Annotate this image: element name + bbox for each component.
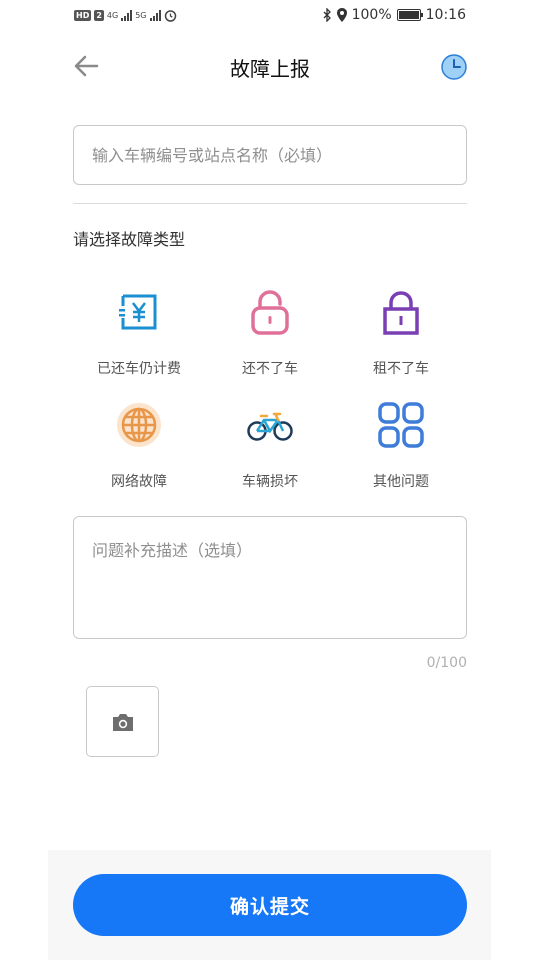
fault-option-label: 已还车仍计费: [97, 361, 181, 377]
fault-option-label: 其他问题: [373, 474, 429, 490]
alarm-icon: [164, 10, 176, 22]
status-time: 10:16: [425, 7, 466, 23]
camera-icon: [112, 713, 133, 731]
status-bar: HD 2 4G 5G 100% 10:16: [0, 0, 540, 34]
status-left: HD 2 4G 5G: [74, 9, 177, 22]
location-icon: [336, 8, 347, 22]
fault-option-network[interactable]: 网络故障: [74, 401, 204, 491]
signal-icon: [121, 10, 133, 21]
battery-percent: 100%: [351, 7, 392, 23]
billing-icon: [119, 294, 157, 330]
fault-option-label: 还不了车: [242, 361, 298, 377]
fault-option-label: 网络故障: [111, 474, 167, 490]
fault-option-cannot-return[interactable]: 还不了车: [205, 288, 335, 378]
description-textarea[interactable]: [73, 516, 467, 639]
bicycle-icon: [247, 412, 293, 441]
fault-option-other[interactable]: 其他问题: [336, 401, 466, 491]
fault-option-label: 车辆损坏: [242, 474, 298, 490]
hd-badge: HD: [74, 10, 92, 21]
fault-option-damaged[interactable]: 车辆损坏: [205, 401, 335, 491]
status-right: 100% 10:16: [323, 7, 466, 23]
unlock-icon: [251, 290, 289, 335]
vehicle-station-input[interactable]: [73, 125, 467, 185]
fault-option-cannot-rent[interactable]: 租不了车: [336, 288, 466, 378]
bluetooth-icon: [323, 8, 331, 22]
network-label-2: 5G: [135, 11, 147, 20]
signal-icon: [149, 10, 161, 21]
battery-icon: [396, 9, 423, 21]
add-photo-button[interactable]: [86, 686, 159, 757]
clock-icon[interactable]: [440, 53, 468, 81]
network-label-1: 4G: [106, 11, 119, 20]
lock-icon: [383, 291, 419, 335]
submit-button[interactable]: 确认提交: [73, 874, 467, 936]
fault-option-label: 租不了车: [373, 361, 429, 377]
fault-type-heading: 请选择故障类型: [73, 230, 186, 249]
fault-option-billing[interactable]: 已还车仍计费: [74, 288, 204, 378]
grid-icon: [378, 402, 424, 448]
char-counter: 0/100: [426, 655, 467, 671]
divider: [73, 203, 467, 204]
sim-badge: 2: [94, 10, 104, 21]
globe-icon: [117, 403, 161, 447]
